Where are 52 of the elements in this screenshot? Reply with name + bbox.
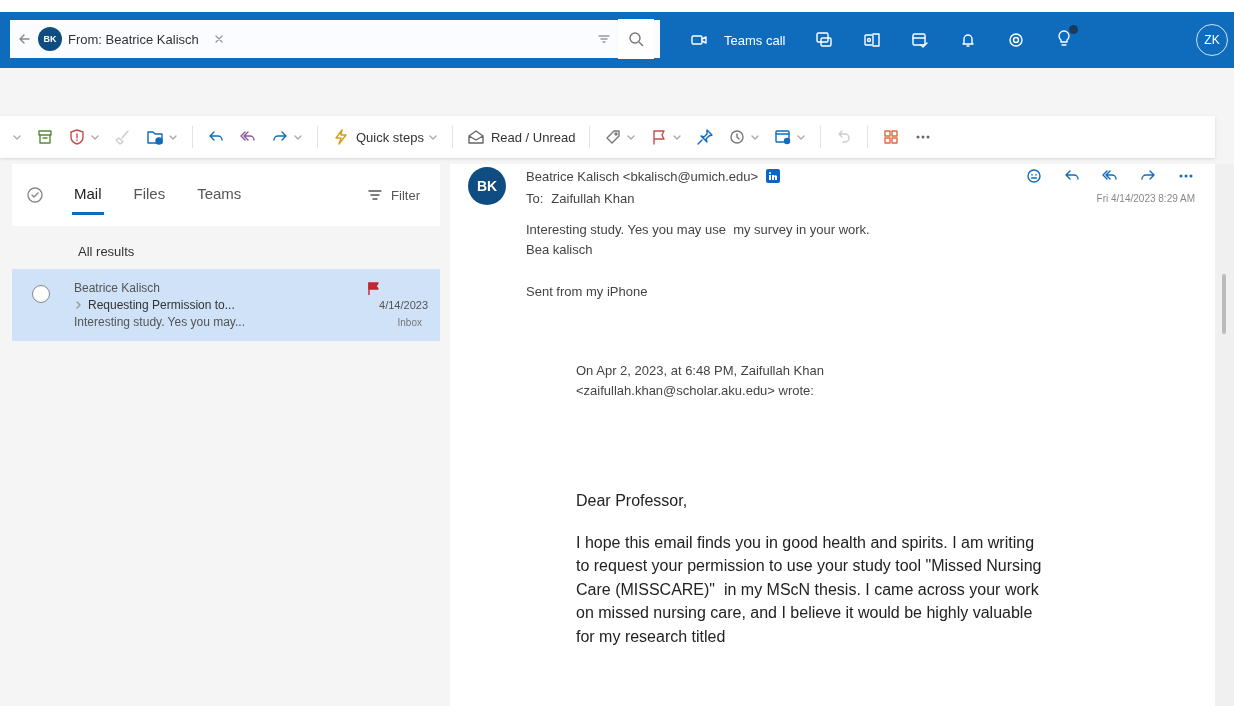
recipient-name: Zaifullah Khan <box>551 191 635 206</box>
reply-text: Bea kalisch <box>526 241 594 259</box>
pin-icon[interactable] <box>696 128 715 146</box>
body-paragraph: I hope this email finds you in good health and spirits. I am writing to request your permission to use your study tool "Missed Nursing Care (MISSCARE)" in my MScN thesis. I came across your work on missed nursing care, and I believe it would be highly valuable for my research titled <box>576 532 1043 647</box>
search-button[interactable] <box>618 19 654 59</box>
clock-icon[interactable] <box>728 128 747 146</box>
tab[interactable]: Mail <box>72 175 104 215</box>
sender-address: Beatrice Kalisch <bkalisch@umich.edu> <box>526 168 759 184</box>
shield-icon[interactable] <box>68 128 86 146</box>
folder-label: Inbox <box>397 316 422 328</box>
sent-date: Fri 4/14/2023 8:29 AM <box>1096 193 1195 204</box>
greeting-text: Dear Professor, <box>576 491 689 511</box>
filter-button[interactable]: Filter <box>361 186 426 204</box>
flag-icon[interactable] <box>366 281 380 295</box>
quick-steps-button[interactable]: Quick steps <box>332 128 424 146</box>
read-unread-button[interactable]: Read / Unread <box>466 128 576 146</box>
chat-icon[interactable] <box>815 31 834 49</box>
reply-text: Interesting study. Yes you may use my survey in your work. <box>526 221 871 239</box>
teams-call-button[interactable]: Teams call <box>690 31 786 49</box>
message-date: 4/14/2023 <box>379 299 428 311</box>
sender-name: Beatrice Kalisch <box>74 281 161 295</box>
message-subject: Requesting Permission to... <box>88 298 235 312</box>
to-label: To: <box>526 191 544 206</box>
folder-move-icon[interactable] <box>146 128 164 146</box>
office-icon[interactable] <box>863 31 882 49</box>
select-radio[interactable] <box>32 285 50 303</box>
scrollbar[interactable] <box>1215 164 1234 706</box>
filter-icon <box>367 187 384 203</box>
archive-icon[interactable] <box>36 128 54 146</box>
results-heading: All results <box>77 243 136 261</box>
avatar: BK <box>38 27 62 51</box>
quoted-header: On Apr 2, 2023, at 6:48 PM, Zaifullah Khan <zaifullah.khan@scholar.aku.edu> wrote: <box>576 362 825 400</box>
signature-text: Sent from my iPhone <box>526 284 649 299</box>
tab[interactable]: Files <box>131 175 168 215</box>
search-icon[interactable] <box>628 31 644 47</box>
tab[interactable]: Teams <box>195 175 244 215</box>
scrollbar-thumb[interactable] <box>1222 274 1226 334</box>
select-all-circle-icon[interactable] <box>26 186 44 204</box>
message-row[interactable]: Beatrice Kalisch Requesting Permission to... 4/14/2023 Interesting study. Yes you may... Inbox <box>12 269 440 341</box>
search-filter-label: From: Beatrice Kalisch <box>68 31 199 47</box>
search-field[interactable]: BK From: Beatrice Kalisch <box>10 20 660 60</box>
emoji-icon[interactable] <box>1025 167 1043 185</box>
calendar-check-icon[interactable] <box>911 31 930 49</box>
envelope-open-icon <box>466 128 485 146</box>
calendar-icon[interactable] <box>774 128 793 146</box>
linkedin-icon[interactable] <box>766 169 781 183</box>
notification-badge <box>1069 25 1079 34</box>
tag-icon[interactable] <box>604 128 623 146</box>
apps-icon[interactable] <box>882 128 901 146</box>
sender-avatar: BK <box>468 167 506 205</box>
settings-icon[interactable] <box>1007 31 1026 49</box>
message-preview: Interesting study. Yes you may... <box>74 315 245 329</box>
